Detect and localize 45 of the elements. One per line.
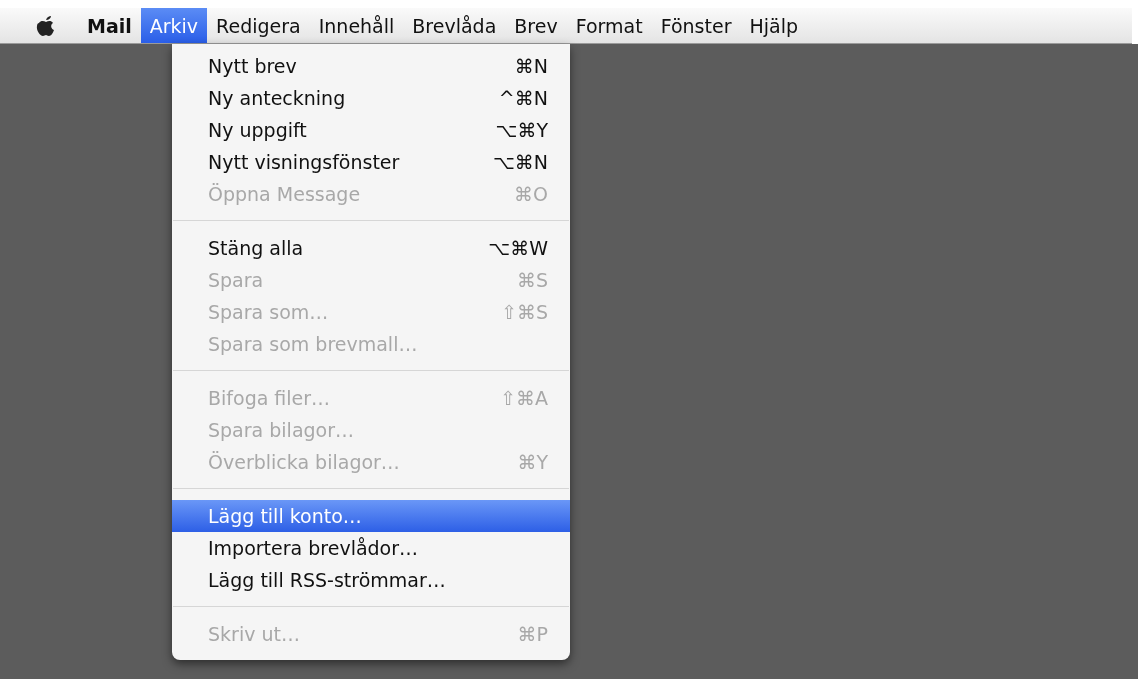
shortcut-label: ⇧⌘A [500, 387, 548, 409]
menu-item-label: Stäng alla [208, 237, 304, 259]
menu-item[interactable]: Nytt brev ⌘N [172, 50, 570, 82]
menu-item[interactable]: Importera brevlådor… [172, 532, 570, 564]
menu-item[interactable]: Lägg till konto… [172, 500, 570, 532]
menu-item-label: Spara bilagor… [208, 419, 355, 441]
shortcut-label: ⌘N [514, 55, 548, 77]
menu-bar-item[interactable]: Arkiv [140, 8, 208, 43]
menu-item[interactable]: Lägg till RSS-strömmar… [172, 564, 570, 596]
menu-item[interactable]: Stäng alla ⌥⌘W [172, 232, 570, 264]
menu-item[interactable]: Ny uppgift ⌥⌘Y [172, 114, 570, 146]
menu-bar-item[interactable]: Brevlåda [403, 8, 506, 43]
menu-item-label: Lägg till RSS-strömmar… [208, 569, 446, 591]
menu-item-label: Spara [208, 269, 264, 291]
shortcut-label: ^⌘N [498, 87, 548, 109]
shortcut-label: ⌥⌘Y [495, 119, 548, 141]
menu-item[interactable]: Ny anteckning ^⌘N [172, 82, 570, 114]
menu-item-label: Spara som brevmall… [208, 333, 418, 355]
menu-bar-item[interactable]: Hjälp [740, 8, 807, 43]
menu-item-label: Lägg till konto… [208, 505, 362, 527]
menu-item-label: Bifoga filer… [208, 387, 331, 409]
shortcut-label: ⌘Y [517, 451, 548, 473]
menu-item[interactable]: Nytt visningsfönster ⌥⌘N [172, 146, 570, 178]
menu-item-label: Ny anteckning [208, 87, 346, 109]
menu-bar-item[interactable]: Format [566, 8, 652, 43]
menu-bar-item[interactable]: Mail [78, 8, 141, 43]
apple-icon[interactable] [36, 13, 56, 38]
menu-bar-item[interactable]: Brev [505, 8, 567, 43]
menu-item-label: Nytt visningsfönster [208, 151, 400, 173]
shortcut-label: ⇧⌘S [501, 301, 548, 323]
menu-bar-item[interactable]: Innehåll [309, 8, 404, 43]
menu-item-label: Spara som… [208, 301, 329, 323]
menu-item-label: Nytt brev [208, 55, 297, 77]
menu-item-label: Ny uppgift [208, 119, 307, 141]
menu-bar-item[interactable]: Fönster [651, 8, 741, 43]
menu-bar-item[interactable]: Redigera [207, 8, 310, 43]
shortcut-label: ⌘O [514, 183, 548, 205]
menu-item-label: Skriv ut… [208, 623, 300, 645]
shortcut-label: ⌥⌘W [488, 237, 548, 259]
shortcut-label: ⌘S [516, 269, 548, 291]
shortcut-label: ⌘P [517, 623, 548, 645]
shortcut-label: ⌥⌘N [492, 151, 548, 173]
menu-item-label: Överblicka bilagor… [208, 451, 400, 473]
menu-item-label: Importera brevlådor… [208, 537, 419, 559]
menu-item-label: Öppna Message [208, 183, 361, 205]
